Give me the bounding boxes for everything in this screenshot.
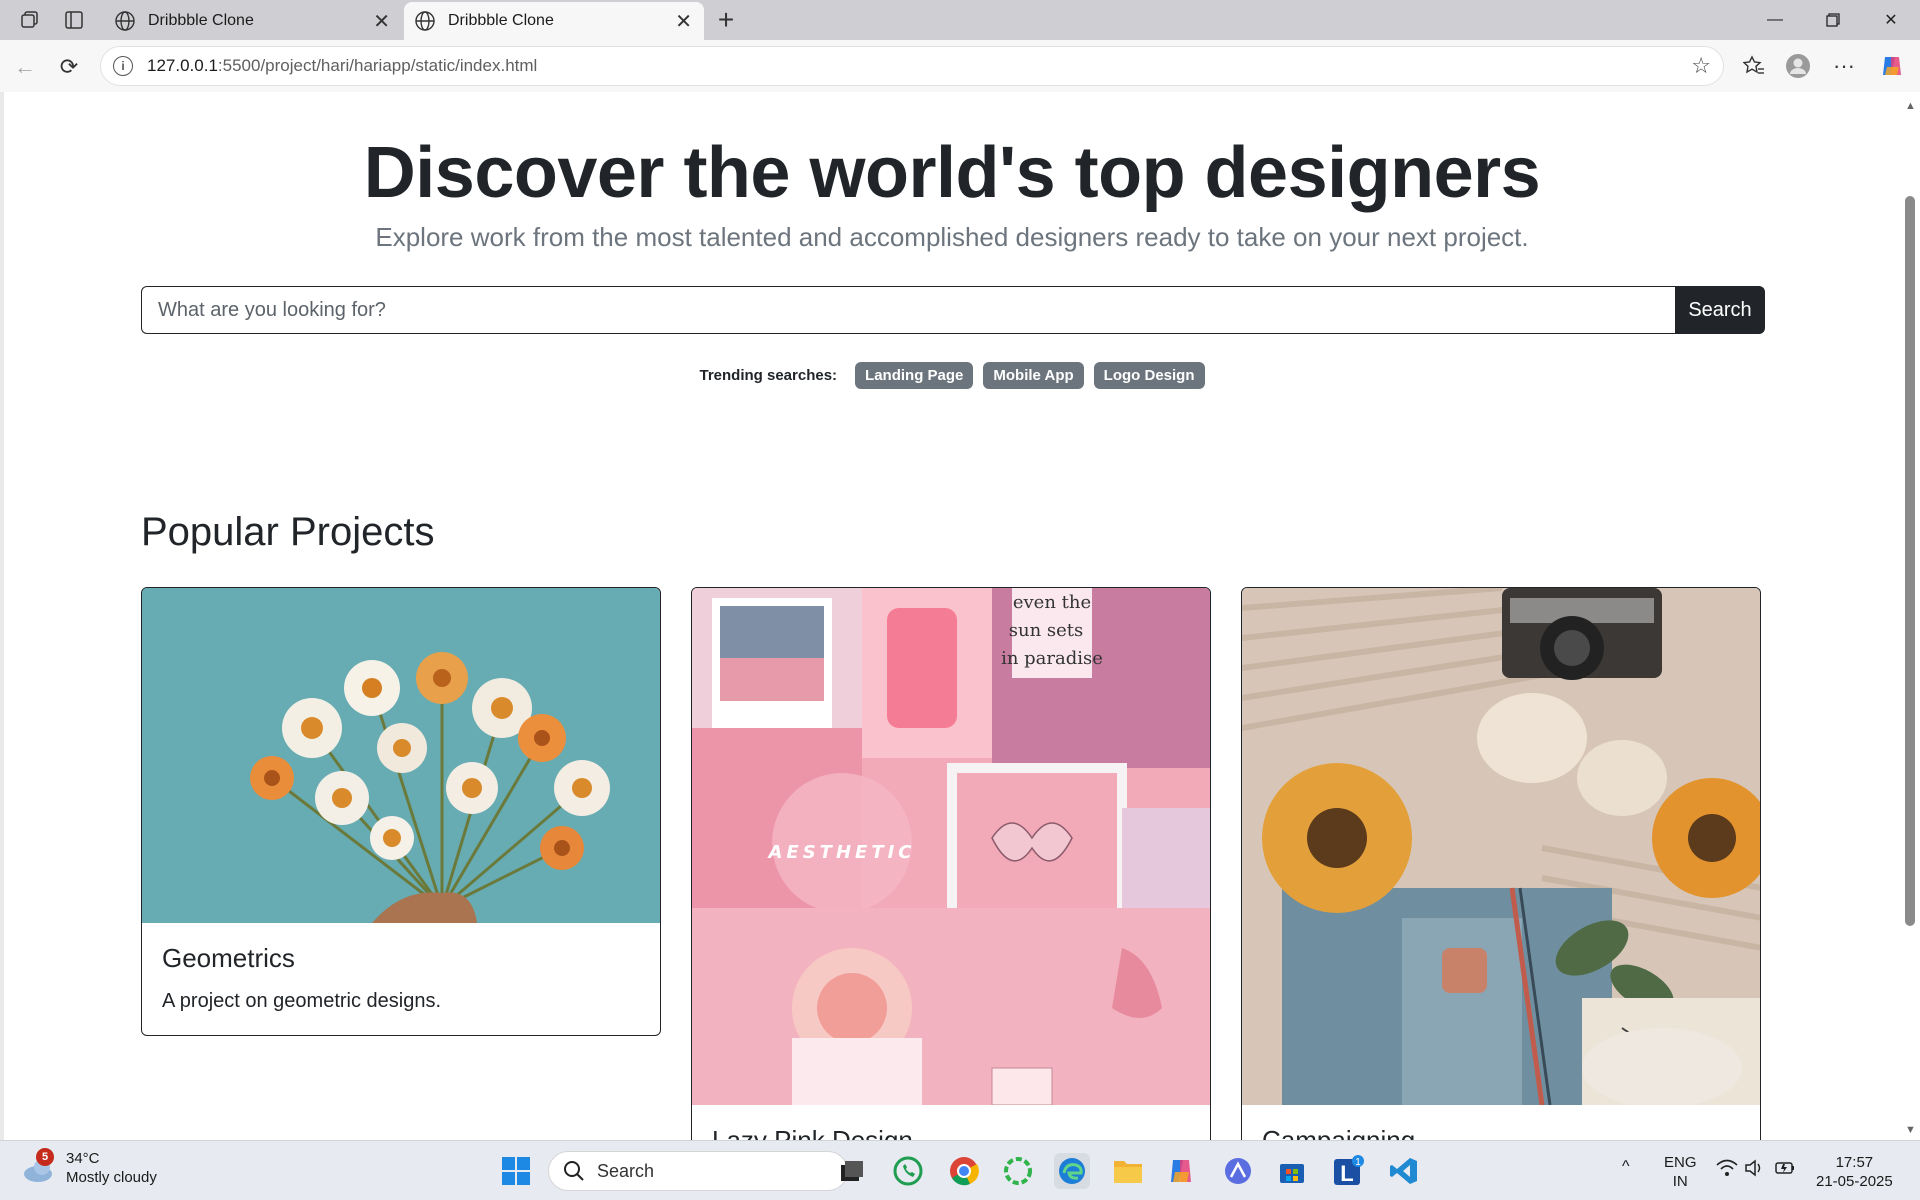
svg-text:even the: even the bbox=[1013, 592, 1091, 613]
restore-icon[interactable] bbox=[1810, 6, 1856, 34]
wifi-icon[interactable] bbox=[1716, 1159, 1738, 1182]
project-title: Geometrics bbox=[162, 943, 295, 973]
scroll-up-arrow-icon[interactable]: ▲ bbox=[1905, 100, 1916, 112]
vertical-tabs-icon[interactable] bbox=[58, 6, 90, 34]
project-description: A project on geometric designs. bbox=[162, 990, 442, 1012]
weather-description: Mostly cloudy bbox=[66, 1169, 157, 1186]
back-icon[interactable]: ← bbox=[10, 52, 40, 82]
taskbar-search-label: Search bbox=[597, 1160, 655, 1181]
file-explorer-icon[interactable] bbox=[1110, 1153, 1146, 1189]
url-path: :5500/project/hari/hariapp/static/index.… bbox=[217, 56, 538, 75]
hero-subtitle: Explore work from the most talented and … bbox=[375, 222, 1529, 252]
task-view-icon[interactable] bbox=[834, 1153, 870, 1189]
project-image-daisies bbox=[142, 588, 660, 923]
close-tab-icon[interactable]: ✕ bbox=[675, 9, 692, 34]
windows-start-icon[interactable] bbox=[498, 1153, 534, 1189]
search-input[interactable] bbox=[141, 286, 1675, 334]
favorite-star-icon[interactable]: ☆ bbox=[1691, 53, 1711, 79]
close-tab-icon[interactable]: ✕ bbox=[373, 9, 390, 34]
project-title: Campaigning bbox=[1262, 1125, 1416, 1140]
url-field[interactable]: i 127.0.0.1:5500/project/hari/hariapp/st… bbox=[100, 46, 1724, 86]
svg-text:in paradise: in paradise bbox=[1001, 648, 1103, 669]
chrome-icon[interactable] bbox=[946, 1153, 982, 1189]
page-scrollbar[interactable]: ▲ ▼ bbox=[1900, 92, 1920, 1140]
cloudy-weather-icon: 5 bbox=[22, 1148, 58, 1186]
favorites-icon[interactable] bbox=[1738, 50, 1770, 82]
clock-time: 17:57 bbox=[1835, 1154, 1874, 1171]
svg-text:sun sets: sun sets bbox=[1009, 620, 1084, 641]
project-card[interactable]: even the sun sets in paradise AESTHETIC … bbox=[691, 587, 1211, 1140]
hero-title: Discover the world's top designers bbox=[363, 133, 1541, 213]
ai-app-icon[interactable] bbox=[1220, 1153, 1256, 1189]
tab-active[interactable]: Dribbble Clone ✕ bbox=[404, 2, 704, 40]
browser-tab-bar: Dribbble Clone ✕ Dribbble Clone ✕ + — ✕ bbox=[0, 0, 1920, 40]
project-image-pink-collage: even the sun sets in paradise AESTHETIC bbox=[692, 588, 1210, 1105]
search-form: Search bbox=[141, 286, 1765, 334]
trending-searches: Trending searches: Landing Page Mobile A… bbox=[4, 362, 1900, 389]
language-bottom: IN bbox=[1672, 1173, 1688, 1190]
address-bar-row: ← ⟳ i 127.0.0.1:5500/project/hari/hariap… bbox=[0, 40, 1920, 92]
svg-text:1: 1 bbox=[1355, 1157, 1361, 1168]
trending-tag-logo-design[interactable]: Logo Design bbox=[1093, 362, 1205, 389]
microsoft-store-icon[interactable] bbox=[1274, 1153, 1310, 1189]
tab-inactive[interactable]: Dribbble Clone ✕ bbox=[104, 2, 402, 40]
refresh-app-icon[interactable] bbox=[1000, 1153, 1036, 1189]
weather-widget[interactable]: 5 34°C Mostly cloudy bbox=[22, 1148, 157, 1187]
refresh-icon[interactable]: ⟳ bbox=[54, 52, 84, 82]
profile-avatar-icon[interactable] bbox=[1782, 50, 1814, 82]
clock[interactable]: 17:57 21-05-2025 bbox=[1816, 1153, 1893, 1191]
l-app-icon[interactable]: L1 bbox=[1330, 1153, 1366, 1189]
globe-icon bbox=[415, 11, 435, 31]
site-info-icon[interactable]: i bbox=[113, 56, 133, 76]
search-button[interactable]: Search bbox=[1675, 286, 1765, 334]
url-host: 127.0.0.1 bbox=[147, 56, 218, 75]
weather-temperature: 34°C bbox=[66, 1150, 100, 1167]
show-hidden-icons-icon[interactable]: ^ bbox=[1622, 1157, 1630, 1176]
language-indicator[interactable]: ENG IN bbox=[1664, 1153, 1697, 1191]
copilot-app-icon[interactable] bbox=[1164, 1153, 1200, 1189]
project-card[interactable]: Campaigning bbox=[1241, 587, 1761, 1140]
section-title: Popular Projects bbox=[141, 510, 435, 554]
tab-label: Dribbble Clone bbox=[148, 12, 254, 29]
new-tab-icon[interactable]: + bbox=[712, 4, 740, 36]
page-viewport: Discover the world's top designers Explo… bbox=[0, 92, 1920, 1140]
globe-icon bbox=[115, 11, 135, 31]
scroll-down-arrow-icon[interactable]: ▼ bbox=[1905, 1124, 1916, 1136]
svg-text:AESTHETIC: AESTHETIC bbox=[766, 842, 915, 863]
vscode-icon[interactable] bbox=[1386, 1153, 1422, 1189]
weather-badge: 5 bbox=[36, 1148, 54, 1166]
tab-label: Dribbble Clone bbox=[448, 12, 554, 29]
svg-text:L: L bbox=[1340, 1161, 1353, 1186]
battery-icon[interactable] bbox=[1774, 1159, 1796, 1182]
volume-icon[interactable] bbox=[1744, 1159, 1764, 1182]
search-icon bbox=[564, 1161, 584, 1181]
clock-date: 21-05-2025 bbox=[1816, 1173, 1893, 1190]
close-window-icon[interactable]: ✕ bbox=[1868, 6, 1914, 34]
project-image-flatlay bbox=[1242, 588, 1760, 1105]
trending-tag-mobile-app[interactable]: Mobile App bbox=[983, 362, 1084, 389]
taskbar-search[interactable]: Search bbox=[548, 1151, 848, 1191]
scrollbar-thumb[interactable] bbox=[1905, 196, 1915, 926]
windows-taskbar: 5 34°C Mostly cloudy Search L1 ^ ENG IN … bbox=[0, 1140, 1920, 1200]
more-menu-icon[interactable]: ··· bbox=[1828, 50, 1860, 82]
whatsapp-icon[interactable] bbox=[890, 1153, 926, 1189]
workspaces-icon[interactable] bbox=[14, 6, 46, 34]
language-top: ENG bbox=[1664, 1154, 1697, 1171]
edge-icon[interactable] bbox=[1054, 1153, 1090, 1189]
trending-label: Trending searches: bbox=[699, 367, 838, 384]
project-title: Lazy Pink Design bbox=[712, 1125, 913, 1140]
trending-tag-landing-page[interactable]: Landing Page bbox=[855, 362, 974, 389]
project-card[interactable]: Geometrics A project on geometric design… bbox=[141, 587, 661, 1036]
minimize-icon[interactable]: — bbox=[1752, 6, 1798, 34]
copilot-icon[interactable] bbox=[1876, 50, 1908, 82]
